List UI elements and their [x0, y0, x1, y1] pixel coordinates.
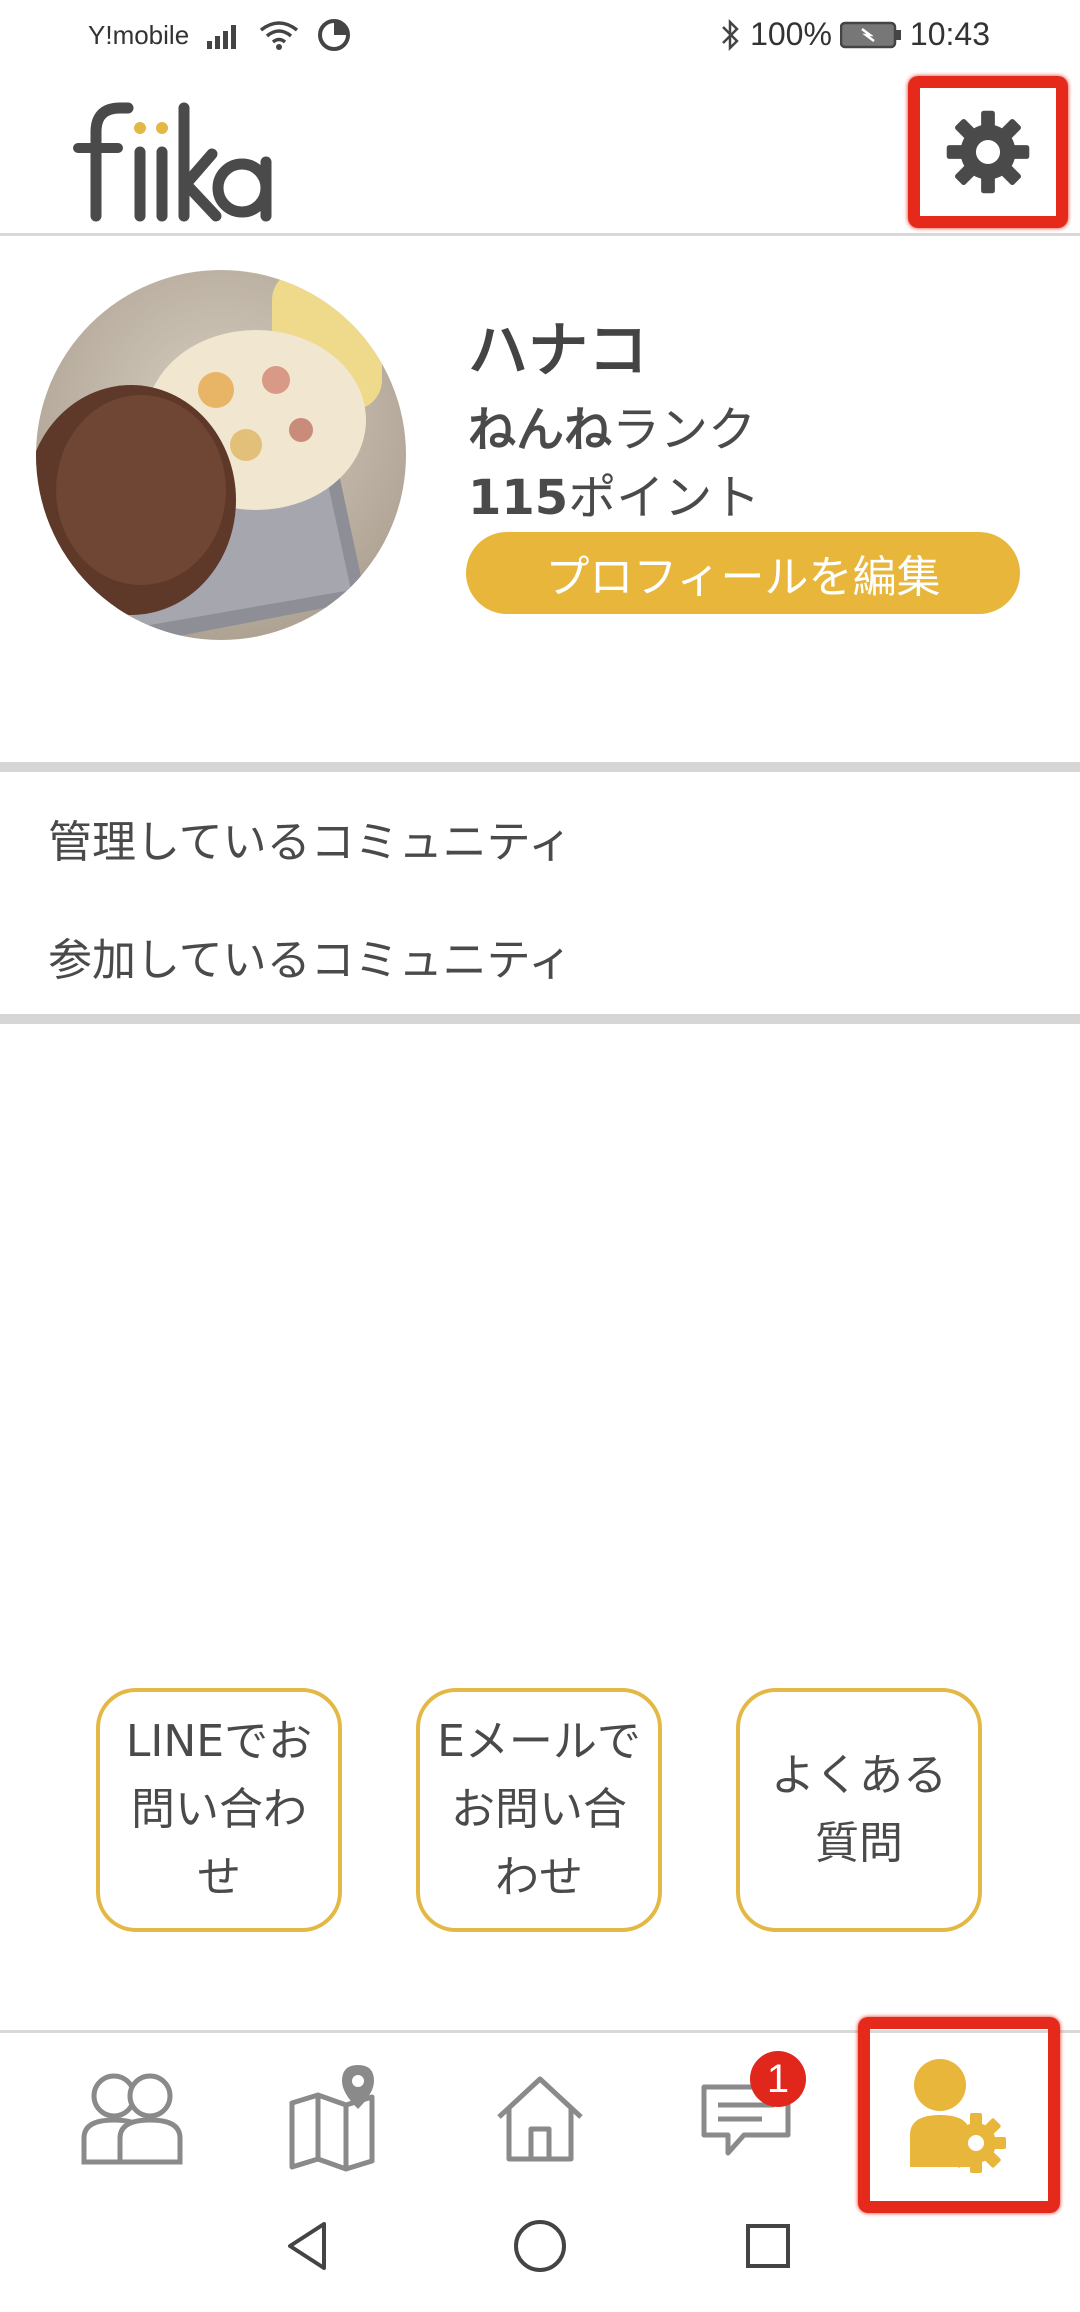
user-points: 115ポイント — [468, 458, 760, 528]
back-button[interactable] — [268, 2206, 348, 2286]
signal-icon — [207, 25, 237, 49]
nav-map[interactable] — [276, 2063, 396, 2173]
nav-mypage[interactable] — [858, 2017, 1060, 2213]
nav-home[interactable] — [480, 2063, 600, 2173]
clock: 10:43 — [909, 16, 990, 52]
line-contact-button[interactable]: LINEでお問い合わせ — [96, 1688, 342, 1932]
circle-home-icon — [514, 2220, 566, 2272]
joined-communities-link[interactable]: 参加しているコミュニティ — [48, 924, 572, 988]
profile-section: ハナコ ねんねランク 115ポイント プロフィールを編集 — [0, 240, 1080, 760]
wifi-icon — [260, 21, 299, 50]
home-icon — [497, 2076, 583, 2162]
map-icon — [289, 2065, 375, 2172]
community-icon — [81, 2073, 183, 2165]
gear-icon — [946, 110, 1030, 194]
section-divider — [0, 762, 1080, 772]
rank-suffix: ランク — [612, 402, 757, 458]
email-contact-label: Eメールでお問い合わせ — [437, 1716, 641, 1903]
status-right: 100% 10:43 — [720, 16, 990, 53]
battery-icon — [839, 21, 901, 48]
battery-percent: 100% — [750, 16, 832, 52]
back-icon — [288, 2222, 326, 2270]
managed-communities-link[interactable]: 管理しているコミュニティ — [48, 806, 572, 870]
status-bar: Y!mobile 100% 10:43 — [0, 0, 1080, 80]
avatar-photo — [36, 270, 406, 640]
carrier-label: Y!mobile — [88, 19, 190, 50]
app-header — [0, 76, 1080, 236]
app-logo — [62, 92, 272, 240]
line-contact-label: LINEでお問い合わせ — [125, 1716, 313, 1903]
points-suffix: ポイント — [568, 470, 761, 526]
data-saver-icon — [318, 19, 351, 51]
status-left: Y!mobile — [88, 18, 351, 52]
faq-label: よくある質問 — [771, 1750, 947, 1869]
user-name: ハナコ — [468, 316, 648, 386]
rank-name: ねんね — [468, 402, 613, 458]
nav-messages[interactable]: 1 — [686, 2051, 806, 2173]
section-divider — [0, 1014, 1080, 1024]
recents-button[interactable] — [728, 2206, 808, 2286]
bluetooth-icon — [722, 18, 739, 51]
nav-community[interactable] — [72, 2063, 192, 2173]
edit-profile-button[interactable]: プロフィールを編集 — [466, 532, 1020, 614]
unread-badge: 1 — [750, 2051, 806, 2107]
system-navigation — [0, 2190, 1080, 2312]
bottom-navigation: 1 — [0, 2017, 1080, 2213]
fiika-logo — [73, 102, 272, 222]
settings-button[interactable] — [908, 76, 1068, 228]
faq-button[interactable]: よくある質問 — [736, 1688, 982, 1932]
user-rank: ねんねランク — [468, 390, 756, 460]
points-value: 115 — [468, 470, 569, 526]
avatar[interactable] — [36, 270, 406, 640]
square-recents-icon — [746, 2224, 790, 2268]
home-system-button[interactable] — [500, 2206, 580, 2286]
email-contact-button[interactable]: Eメールでお問い合わせ — [416, 1688, 662, 1932]
mypage-settings-icon — [910, 2059, 1006, 2173]
